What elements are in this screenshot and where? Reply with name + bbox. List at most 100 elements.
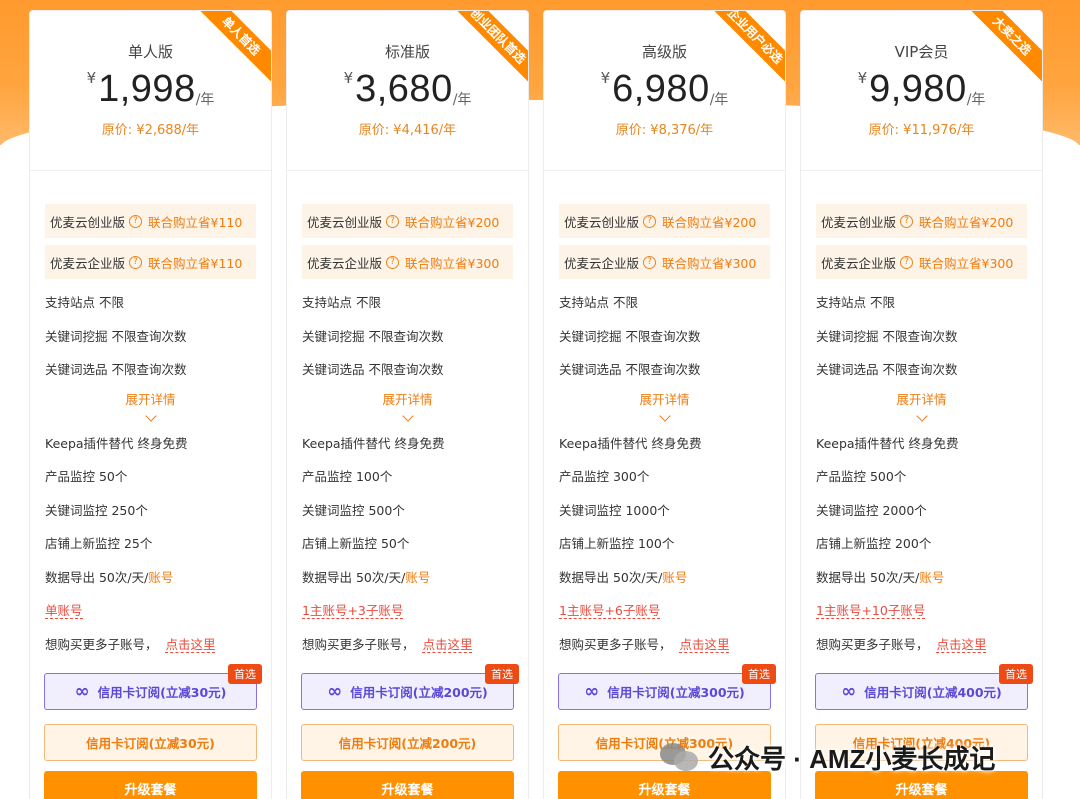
price-amount: 3,680 bbox=[355, 68, 453, 110]
help-icon[interactable]: ? bbox=[900, 255, 914, 269]
expand-details-button[interactable]: 展开详情 bbox=[816, 387, 1027, 427]
upgrade-button[interactable]: 升级套餐 bbox=[44, 771, 257, 799]
promo-discount: 联合购立省¥200 bbox=[405, 214, 500, 230]
currency-symbol: ¥ bbox=[857, 69, 868, 87]
help-icon[interactable]: ? bbox=[643, 255, 657, 269]
card-subscribe-label: 信用卡订阅(立减200元) bbox=[350, 685, 488, 700]
currency-symbol: ¥ bbox=[600, 69, 611, 87]
currency-symbol: ¥ bbox=[343, 69, 354, 87]
feature-item: 关键词监控 1000个 bbox=[559, 502, 670, 518]
infinity-icon: ∞ bbox=[74, 680, 90, 702]
click-here-link[interactable]: 点击这里 bbox=[422, 636, 473, 653]
price-row: ¥ 1,998 /年 bbox=[30, 67, 271, 117]
feature-item: 关键词监控 500个 bbox=[302, 502, 405, 518]
feature-item: Keepa插件替代 终身免费 bbox=[816, 435, 959, 451]
price-amount: 6,980 bbox=[612, 68, 710, 110]
click-here-link[interactable]: 点击这里 bbox=[936, 636, 987, 653]
export-text: 数据导出 50次/天/ bbox=[45, 569, 149, 585]
expand-label: 展开详情 bbox=[639, 391, 690, 407]
click-here-link[interactable]: 点击这里 bbox=[679, 636, 730, 653]
help-icon[interactable]: ? bbox=[643, 214, 657, 228]
feature-accounts: 单账号 bbox=[45, 594, 256, 628]
export-unit: 账号 bbox=[662, 569, 688, 585]
feature-item: 关键词挖掘 不限查询次数 bbox=[302, 328, 444, 344]
help-icon[interactable]: ? bbox=[386, 214, 400, 228]
plan-header: 单人首选 单人版 ¥ 1,998 /年 原价: ¥2,688/年 bbox=[30, 11, 271, 171]
expand-details-button[interactable]: 展开详情 bbox=[559, 387, 770, 427]
promo-discount: 联合购立省¥110 bbox=[148, 214, 243, 230]
feature-item: 关键词选品 不限查询次数 bbox=[559, 362, 701, 377]
button-area: ∞ 信用卡订阅(立减200元) 首选 信用卡订阅(立减200元) 升级套餐 bbox=[301, 664, 519, 799]
feature-item: 支持站点 不限 bbox=[816, 295, 895, 310]
promo-discount: 联合购立省¥300 bbox=[405, 255, 500, 271]
expand-details-button[interactable]: 展开详情 bbox=[45, 387, 256, 427]
export-text: 数据导出 50次/天/ bbox=[302, 569, 406, 585]
help-icon[interactable]: ? bbox=[129, 255, 143, 269]
promo-row: 优麦云创业版 ? 联合购立省¥200 bbox=[816, 204, 1027, 238]
plan-card-standard: 创业团队首选 标准版 ¥ 3,680 /年 原价: ¥4,416/年 优麦云创业… bbox=[286, 10, 529, 799]
original-price: 原价: ¥2,688/年 bbox=[101, 123, 200, 138]
plan-header: 企业用户必选 高级版 ¥ 6,980 /年 原价: ¥8,376/年 bbox=[544, 11, 785, 171]
promo-discount: 联合购立省¥200 bbox=[919, 214, 1014, 230]
feature-item: Keepa插件替代 终身免费 bbox=[302, 435, 445, 451]
export-unit: 账号 bbox=[148, 569, 174, 585]
credit-subscribe-button[interactable]: 信用卡订阅(立减30元) bbox=[44, 724, 257, 761]
promo-discount: 联合购立省¥200 bbox=[662, 214, 757, 230]
promo-name: 优麦云创业版 bbox=[50, 214, 126, 230]
feature-more-accounts: 想购买更多子账号， 点击这里 bbox=[816, 628, 1027, 662]
feature-item: 关键词监控 250个 bbox=[45, 502, 148, 518]
help-icon[interactable]: ? bbox=[386, 255, 400, 269]
account-label: 1主账号+10子账号 bbox=[816, 603, 926, 619]
infinity-icon: ∞ bbox=[327, 680, 343, 702]
plan-header: 大卖之选 VIP会员 ¥ 9,980 /年 原价: ¥11,976/年 bbox=[801, 11, 1042, 171]
preferred-badge: 首选 bbox=[999, 664, 1033, 684]
watermark: 公众号 · AMZ小麦长成记 bbox=[660, 735, 995, 779]
chevron-down-icon bbox=[915, 409, 928, 422]
card-subscribe-button[interactable]: ∞ 信用卡订阅(立减200元) 首选 bbox=[301, 664, 519, 710]
price-unit: /年 bbox=[195, 92, 215, 108]
promo-discount: 联合购立省¥300 bbox=[662, 255, 757, 271]
card-subscribe-label: 信用卡订阅(立减400元) bbox=[864, 685, 1002, 700]
card-subscribe-label: 信用卡订阅(立减30元) bbox=[97, 685, 227, 700]
card-subscribe-button[interactable]: ∞ 信用卡订阅(立减400元) 首选 bbox=[815, 664, 1033, 710]
feature-item: 关键词挖掘 不限查询次数 bbox=[45, 328, 187, 344]
help-icon[interactable]: ? bbox=[129, 214, 143, 228]
feature-item: Keepa插件替代 终身免费 bbox=[559, 435, 702, 451]
promo-row: 优麦云创业版 ? 联合购立省¥110 bbox=[45, 204, 256, 238]
promo-name: 优麦云创业版 bbox=[564, 214, 640, 230]
upgrade-button[interactable]: 升级套餐 bbox=[301, 771, 514, 799]
feature-more-accounts: 想购买更多子账号， 点击这里 bbox=[45, 628, 256, 662]
expand-label: 展开详情 bbox=[125, 391, 176, 407]
card-subscribe-button[interactable]: ∞ 信用卡订阅(立减300元) 首选 bbox=[558, 664, 776, 710]
chevron-down-icon bbox=[658, 409, 671, 422]
export-unit: 账号 bbox=[919, 569, 945, 585]
more-accounts-text: 想购买更多子账号， bbox=[816, 636, 929, 652]
feature-item: 店铺上新监控 100个 bbox=[559, 536, 675, 551]
more-accounts-text: 想购买更多子账号， bbox=[45, 636, 158, 652]
expand-details-button[interactable]: 展开详情 bbox=[302, 387, 513, 427]
original-price: 原价: ¥11,976/年 bbox=[868, 123, 975, 138]
feature-item: 关键词监控 2000个 bbox=[816, 502, 927, 518]
promo-row: 优麦云企业版 ? 联合购立省¥110 bbox=[45, 245, 256, 279]
more-accounts-text: 想购买更多子账号， bbox=[559, 636, 672, 652]
feature-item: 关键词挖掘 不限查询次数 bbox=[816, 328, 958, 344]
help-icon[interactable]: ? bbox=[900, 214, 914, 228]
expand-label: 展开详情 bbox=[382, 391, 433, 407]
plan-card-vip: 大卖之选 VIP会员 ¥ 9,980 /年 原价: ¥11,976/年 优麦云创… bbox=[800, 10, 1043, 799]
export-text: 数据导出 50次/天/ bbox=[816, 569, 920, 585]
feature-item: 产品监控 500个 bbox=[816, 469, 907, 484]
more-accounts-text: 想购买更多子账号， bbox=[302, 636, 415, 652]
feature-item: 店铺上新监控 200个 bbox=[816, 536, 932, 551]
feature-more-accounts: 想购买更多子账号， 点击这里 bbox=[559, 628, 770, 662]
feature-item: Keepa插件替代 终身免费 bbox=[45, 435, 188, 451]
promo-discount: 联合购立省¥300 bbox=[919, 255, 1014, 271]
currency-symbol: ¥ bbox=[86, 69, 97, 87]
feature-item: 店铺上新监控 50个 bbox=[302, 536, 410, 551]
feature-export: 数据导出 50次/天/账号 bbox=[559, 561, 770, 595]
credit-subscribe-button[interactable]: 信用卡订阅(立减200元) bbox=[301, 724, 514, 761]
promo-row: 优麦云企业版 ? 联合购立省¥300 bbox=[302, 245, 513, 279]
price-row: ¥ 3,680 /年 bbox=[287, 67, 528, 117]
card-subscribe-button[interactable]: ∞ 信用卡订阅(立减30元) 首选 bbox=[44, 664, 262, 710]
original-price: 原价: ¥4,416/年 bbox=[358, 123, 457, 138]
click-here-link[interactable]: 点击这里 bbox=[165, 636, 216, 653]
